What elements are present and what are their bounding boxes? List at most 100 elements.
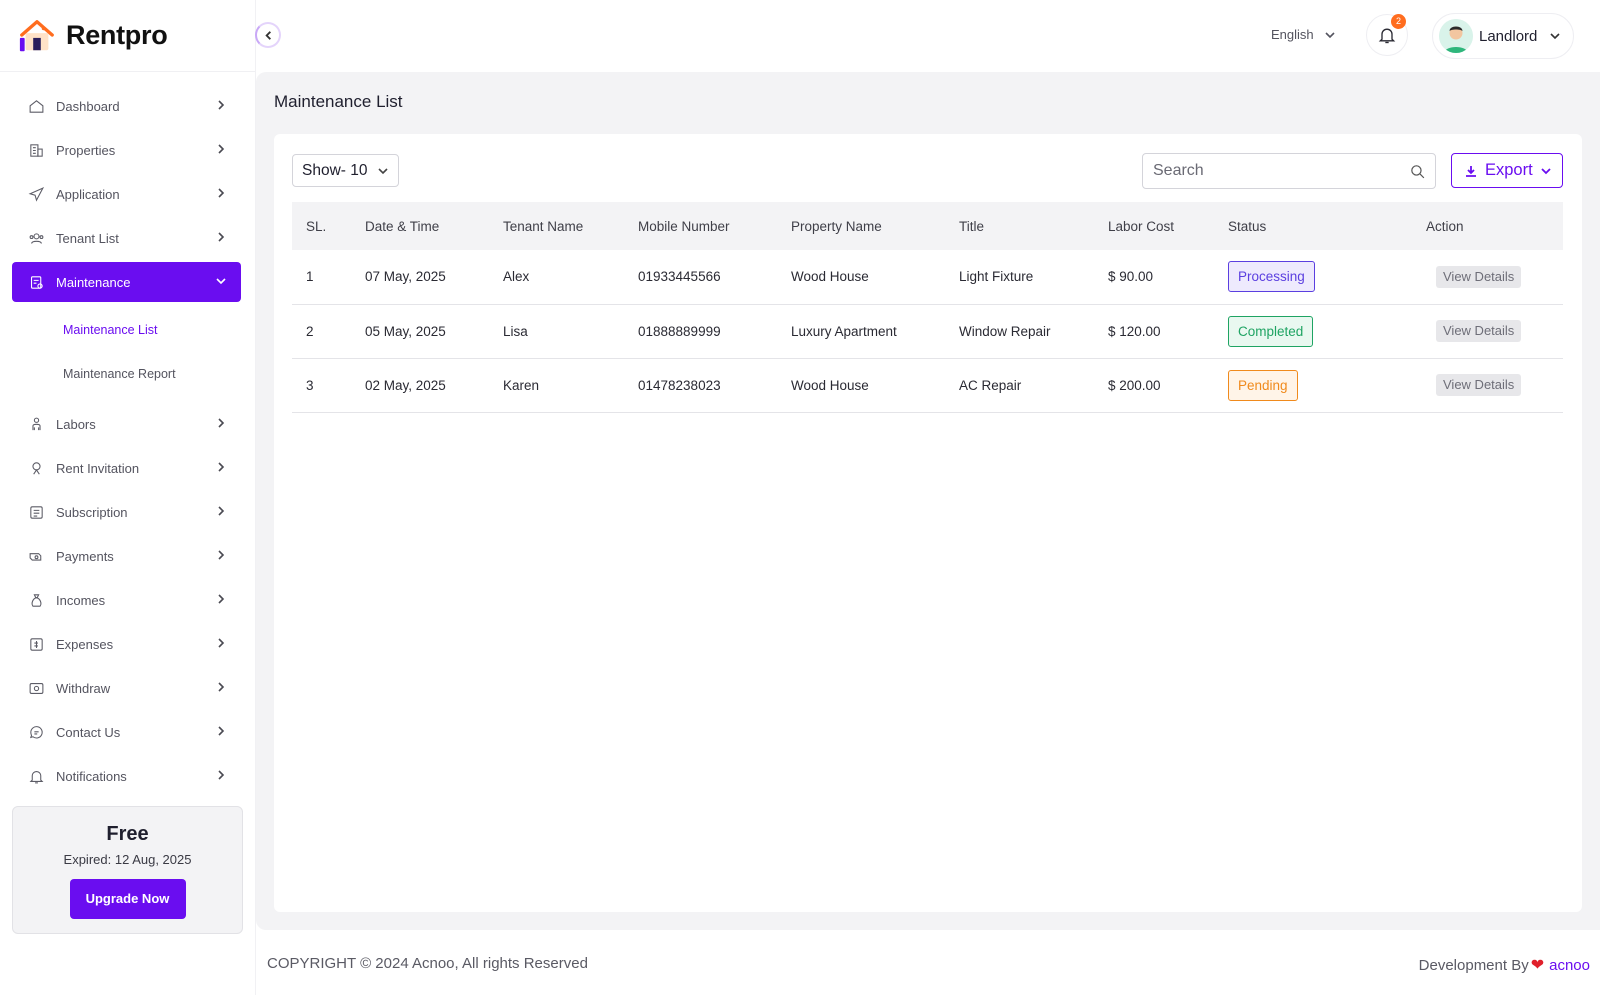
cell-action: View Details (1412, 304, 1563, 358)
cell-sl: 2 (306, 323, 314, 339)
sidebar-item-labors[interactable]: Labors (12, 404, 241, 444)
column-header-action: Action (1426, 218, 1464, 234)
sidebar-item-label: Dashboard (56, 98, 120, 114)
sidebar-item-label: Rent Invitation (56, 460, 140, 476)
language-select[interactable]: English (1271, 27, 1336, 42)
cell-status: Completed (1214, 304, 1412, 358)
column-header-date[interactable]: Date & Time (351, 202, 489, 250)
money-bag-icon (27, 591, 45, 609)
search-icon[interactable] (1409, 163, 1426, 180)
page-size-value: Show- 10 (302, 161, 368, 179)
chevron-right-icon (215, 505, 227, 517)
chevron-right-icon (215, 769, 227, 781)
dev-by-label: Development By (1418, 956, 1529, 974)
sidebar-item-properties[interactable]: Properties (12, 130, 241, 170)
chevron-left-icon (264, 30, 271, 40)
user-menu[interactable]: Landlord (1432, 13, 1574, 59)
chevron-down-icon (1325, 31, 1335, 38)
cell-tenant: Alex (503, 269, 530, 285)
chevron-right-icon (215, 637, 227, 649)
cell-status: Pending (1214, 358, 1412, 412)
sidebar-item-label: Tenant List (56, 230, 119, 246)
search-input[interactable] (1143, 154, 1435, 188)
sidebar-item-application[interactable]: Application (12, 174, 241, 214)
chat-icon (27, 723, 45, 741)
column-header-title[interactable]: Title (945, 202, 1094, 250)
cell-labor-cost: $ 200.00 (1108, 377, 1161, 393)
export-label: Export (1485, 161, 1533, 179)
sidebar-item-tenant-list[interactable]: Tenant List (12, 218, 241, 258)
column-header-status[interactable]: Status (1214, 202, 1412, 250)
cell-property: Wood House (791, 377, 869, 393)
bell-icon (27, 767, 45, 785)
column-header-tenant[interactable]: Tenant Name (489, 202, 624, 250)
cell-property: Wood House (791, 269, 869, 285)
upgrade-now-button[interactable]: Upgrade Now (69, 879, 186, 919)
sidebar-subitem-maintenance-report[interactable]: Maintenance Report (12, 354, 241, 394)
chevron-down-icon (1550, 33, 1560, 40)
clipboard-icon (27, 273, 45, 291)
sidebar-subitem-maintenance-list[interactable]: Maintenance List (12, 310, 241, 350)
table-row: 1 07 May, 2025 Alex 01933445566 Wood Hou… (292, 250, 1563, 304)
sidebar-item-maintenance[interactable]: Maintenance (12, 262, 241, 302)
sidebar-collapse-button[interactable] (255, 22, 281, 48)
sidebar-item-subscription[interactable]: Subscription (12, 492, 241, 532)
cell-mobile: 01478238023 (638, 377, 721, 393)
cell-labor-cost: $ 120.00 (1108, 323, 1161, 339)
sidebar-item-label: Withdraw (56, 680, 111, 696)
sidebar-item-label: Properties (56, 142, 116, 158)
avatar (1439, 19, 1473, 53)
cell-action: View Details (1412, 358, 1563, 412)
maintenance-table: SL. Date & Time Tenant Name Mobile Numbe… (292, 202, 1563, 413)
sidebar-item-notifications[interactable]: Notifications (12, 756, 241, 796)
cell-action: View Details (1412, 250, 1563, 304)
cell-date: 02 May, 2025 (365, 377, 446, 393)
chevron-right-icon (215, 187, 227, 199)
view-details-button[interactable]: View Details (1436, 374, 1522, 396)
view-details-button[interactable]: View Details (1436, 320, 1522, 342)
cell-sl: 3 (306, 377, 314, 393)
table-row: 2 05 May, 2025 Lisa 01888889999 Luxury A… (292, 304, 1563, 358)
sidebar-item-label: Contact Us (56, 724, 121, 740)
column-header-mobile[interactable]: Mobile Number (624, 202, 777, 250)
notification-count-badge: 2 (1391, 14, 1406, 29)
withdraw-icon (27, 679, 45, 697)
sidebar-item-label: Expenses (56, 636, 114, 652)
user-role: Landlord (1479, 27, 1538, 45)
sidebar-item-rent-invitation[interactable]: Rent Invitation (12, 448, 241, 488)
send-icon (27, 185, 45, 203)
sidebar-item-label: Application (56, 186, 120, 202)
development-credit: Development By ❤ acnoo (1419, 955, 1590, 975)
column-header-property[interactable]: Property Name (777, 202, 945, 250)
sidebar-item-incomes[interactable]: Incomes (12, 580, 241, 620)
developer-link[interactable]: acnoo (1549, 957, 1590, 974)
sidebar-item-payments[interactable]: Payments (12, 536, 241, 576)
cell-tenant: Karen (503, 377, 540, 393)
chevron-right-icon (215, 231, 227, 243)
page-title: Maintenance List (274, 92, 403, 111)
cell-title: Light Fixture (959, 269, 1034, 285)
sidebar-item-contact-us[interactable]: Contact Us (12, 712, 241, 752)
column-header-sl[interactable]: SL. (292, 202, 351, 250)
export-button[interactable]: Export (1451, 153, 1563, 188)
maintenance-panel: Show- 10 Export SL. Date & Time Tenant N… (274, 134, 1582, 912)
table-row: 3 02 May, 2025 Karen 01478238023 Wood Ho… (292, 358, 1563, 412)
cell-property: Luxury Apartment (791, 323, 897, 339)
brand[interactable]: Rentpro (0, 0, 255, 72)
sidebar-item-withdraw[interactable]: Withdraw (12, 668, 241, 708)
chevron-right-icon (215, 417, 227, 429)
view-details-button[interactable]: View Details (1436, 265, 1522, 288)
sidebar-item-expenses[interactable]: Expenses (12, 624, 241, 664)
chevron-down-icon (215, 275, 227, 287)
house-logo-icon (19, 19, 54, 51)
search-box (1142, 153, 1436, 189)
sidebar-item-dashboard[interactable]: Dashboard (12, 86, 241, 126)
status-badge: Pending (1228, 369, 1298, 401)
page-size-select[interactable]: Show- 10 (292, 154, 399, 187)
home-icon (27, 97, 45, 115)
column-header-labor-cost[interactable]: Labor Cost (1094, 202, 1214, 250)
invite-icon (27, 459, 45, 477)
chevron-down-icon (1541, 168, 1551, 175)
cell-status: Processing (1214, 250, 1412, 304)
worker-icon (27, 415, 45, 433)
